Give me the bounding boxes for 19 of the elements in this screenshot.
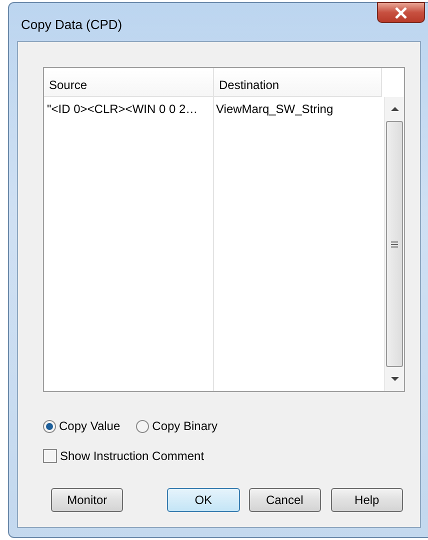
scroll-down-icon[interactable] [390,377,398,382]
scroll-up-icon[interactable] [390,106,398,111]
checkbox-option[interactable]: Show Instruction Comment [43,447,204,465]
table-cell-text: "<ID 0><CLR><WIN 0 0 2… [47,101,199,118]
dialog-button[interactable]: OK [167,488,240,512]
scroll-thumb[interactable] [386,121,403,367]
column-header[interactable]: Source [44,68,214,97]
dialog-button[interactable]: Help [330,488,403,512]
grip-icon [391,240,398,248]
close-button[interactable] [377,2,425,23]
window-title: Copy Data (CPD) [21,16,122,34]
radio-option[interactable]: Copy Binary [136,417,218,435]
table-cell-text: ViewMarq_SW_String [216,101,334,118]
dialog-button[interactable]: Monitor [51,488,124,512]
scrollbar[interactable] [384,97,404,391]
radio-option[interactable]: Copy Value [43,417,120,435]
dialog-button[interactable]: Cancel [248,488,321,512]
close-icon [394,6,408,18]
column-header[interactable]: Destination [214,68,382,97]
